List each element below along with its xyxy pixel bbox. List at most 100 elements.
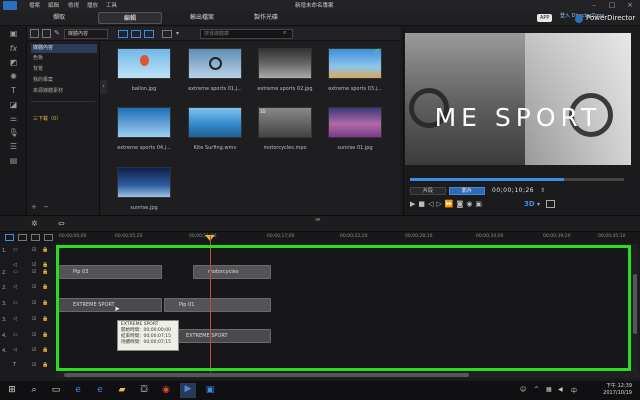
media-thumb-extreme-sports-02[interactable] — [258, 48, 312, 79]
menu-tools[interactable]: 工具 — [106, 1, 117, 9]
track-manager-icon[interactable] — [31, 234, 40, 241]
plugin-icon[interactable]: ✎ — [54, 29, 60, 37]
file-explorer-icon[interactable]: ▰ — [116, 384, 128, 396]
title-room-icon[interactable]: T — [7, 85, 20, 96]
enable-track-checkbox[interactable]: ☑ — [32, 284, 36, 290]
enable-track-checkbox[interactable]: ☑ — [32, 300, 36, 306]
lock-icon[interactable]: 🔒 — [42, 247, 48, 253]
fit-icon[interactable]: ⇔ — [58, 219, 65, 228]
subtitle-room-icon[interactable]: ▤ — [7, 155, 20, 166]
category-media-content[interactable]: 媒體內容 — [31, 44, 97, 53]
task-view-icon[interactable]: ▭ — [50, 384, 62, 396]
powerdirector-taskbar-icon[interactable]: ▶ — [180, 383, 196, 398]
network-icon[interactable]: ▦ — [546, 386, 552, 393]
lock-icon[interactable]: 🔒 — [42, 269, 48, 275]
tray-people-icon[interactable]: ☺ — [520, 386, 526, 393]
tag-downloads[interactable]: 三下載（0） — [31, 115, 97, 124]
enable-track-checkbox[interactable]: ☑ — [32, 362, 36, 368]
filter-image-icon[interactable] — [131, 30, 141, 38]
category-color-boards[interactable]: 色板 — [31, 54, 97, 63]
media-thumb-extreme-sports-01[interactable] — [188, 48, 242, 79]
menu-play[interactable]: 播放 — [87, 1, 98, 9]
pip-room-icon[interactable]: ◩ — [7, 57, 20, 68]
undock-preview-icon[interactable] — [546, 200, 555, 208]
search-icon[interactable]: ⌕ — [283, 29, 286, 37]
tab-edit[interactable]: 編輯 — [98, 12, 162, 24]
preview-seek-bar[interactable] — [410, 178, 624, 181]
timeline-vertical-scrollbar[interactable] — [632, 244, 638, 372]
edge-browser-icon[interactable]: e — [72, 384, 84, 396]
media-thumb-sunrise[interactable] — [117, 167, 171, 198]
app-badge[interactable]: APP — [537, 14, 553, 22]
search-taskbar-icon[interactable]: ⌕ — [28, 384, 40, 396]
enable-track-checkbox[interactable]: ☑ — [32, 316, 36, 322]
category-source-media[interactable]: 來源媒體素材 — [31, 87, 97, 96]
3d-mode-icon[interactable]: 3D — [524, 200, 535, 208]
enable-track-checkbox[interactable]: ☑ — [32, 347, 36, 353]
chrome-icon[interactable]: ◉ — [160, 384, 172, 396]
timeline-ruler[interactable]: 00;00;00;00 00;00;05;20 00;00;11;10 00;0… — [0, 232, 640, 244]
minimize-icon[interactable]: – — [587, 0, 601, 11]
media-thumb-extreme-sports-03[interactable]: ✔ — [328, 47, 382, 79]
tab-capture[interactable]: 擷取 — [40, 12, 78, 24]
lock-icon[interactable]: 🔒 — [42, 300, 48, 306]
sort-icon[interactable]: ▾ — [176, 30, 179, 37]
library-search-input[interactable] — [200, 29, 293, 39]
lock-icon[interactable]: 🔒 — [42, 284, 48, 290]
media-filter-dropdown[interactable]: 媒體內容 — [64, 29, 108, 39]
ime-icon[interactable]: 中 — [571, 386, 577, 395]
tab-produce[interactable]: 輸出檔案 — [176, 12, 228, 24]
stop-icon[interactable]: ■ — [418, 200, 428, 208]
media-thumb-motorcycles[interactable]: 3D — [258, 107, 312, 138]
lock-icon[interactable]: 🔒 — [42, 316, 48, 322]
3d-dropdown-icon[interactable]: ▾ — [537, 201, 540, 208]
view-mode-icon[interactable] — [162, 30, 172, 38]
collapse-panel-icon[interactable]: ‹ — [100, 80, 107, 94]
close-icon[interactable]: × — [623, 0, 637, 11]
folder-icon[interactable] — [42, 29, 51, 38]
delete-tag-icon[interactable]: − — [43, 203, 49, 211]
enable-track-checkbox[interactable]: ☑ — [32, 269, 36, 275]
lock-icon[interactable]: 🔒 — [42, 347, 48, 353]
media-thumb-extreme-sports-04[interactable] — [117, 107, 171, 138]
tools-icon[interactable]: ✲ — [31, 219, 38, 228]
import-media-icon[interactable] — [30, 29, 39, 38]
audio-mixing-icon[interactable]: ⚌ — [7, 113, 20, 124]
timeline-horizontal-scrollbar[interactable] — [56, 372, 640, 378]
lock-icon[interactable]: 🔒 — [42, 362, 48, 368]
volume-tray-icon[interactable]: ◀ — [558, 386, 563, 393]
media-thumb-sunrise-01[interactable] — [328, 107, 382, 138]
store-icon[interactable]: ⛋ — [138, 384, 150, 396]
mode-movie-button[interactable]: 影片 — [449, 187, 485, 195]
menu-file[interactable]: 檔案 — [29, 1, 40, 9]
chapter-room-icon[interactable]: ☰ — [7, 141, 20, 152]
menu-edit[interactable]: 編輯 — [48, 1, 59, 9]
category-my-projects[interactable]: 我的專案 — [31, 76, 97, 85]
maximize-icon[interactable]: □ — [605, 0, 619, 11]
lock-icon[interactable]: 🔒 — [42, 332, 48, 338]
filter-video-icon[interactable] — [118, 30, 128, 38]
mode-clip-button[interactable]: 片段 — [410, 187, 446, 195]
voice-over-icon[interactable]: 🎙 — [7, 127, 20, 138]
snapshot-icon[interactable]: ◙ — [457, 200, 467, 208]
storyboard-view-icon[interactable] — [18, 234, 27, 241]
fullscreen-icon[interactable]: ▣ — [475, 200, 485, 208]
media-thumb-ballon[interactable] — [117, 48, 171, 79]
splitter-handle-icon[interactable]: ▬ — [315, 216, 321, 223]
timeline-view-icon[interactable] — [5, 234, 14, 241]
tab-create-disc[interactable]: 製作光碟 — [240, 12, 292, 24]
fast-forward-icon[interactable]: ⏩ — [445, 200, 457, 208]
taskbar-clock[interactable]: 下午 12:39 2017/10/19 — [603, 383, 632, 397]
next-frame-icon[interactable]: ▷ — [436, 200, 444, 208]
transition-room-icon[interactable]: ◪ — [7, 99, 20, 110]
scrollbar-thumb[interactable] — [64, 373, 469, 377]
enable-track-checkbox[interactable]: ☑ — [32, 332, 36, 338]
media-room-icon[interactable]: ▣ — [7, 28, 20, 39]
app-taskbar-icon[interactable]: ▣ — [204, 384, 216, 396]
vscroll-thumb[interactable] — [633, 274, 637, 334]
category-backgrounds[interactable]: 背景 — [31, 65, 97, 74]
filter-audio-icon[interactable] — [144, 30, 154, 38]
timecode-spin-icon[interactable]: ⇕ — [540, 187, 545, 194]
add-tag-icon[interactable]: + — [31, 203, 37, 211]
tray-chevron-icon[interactable]: ^ — [534, 386, 539, 393]
